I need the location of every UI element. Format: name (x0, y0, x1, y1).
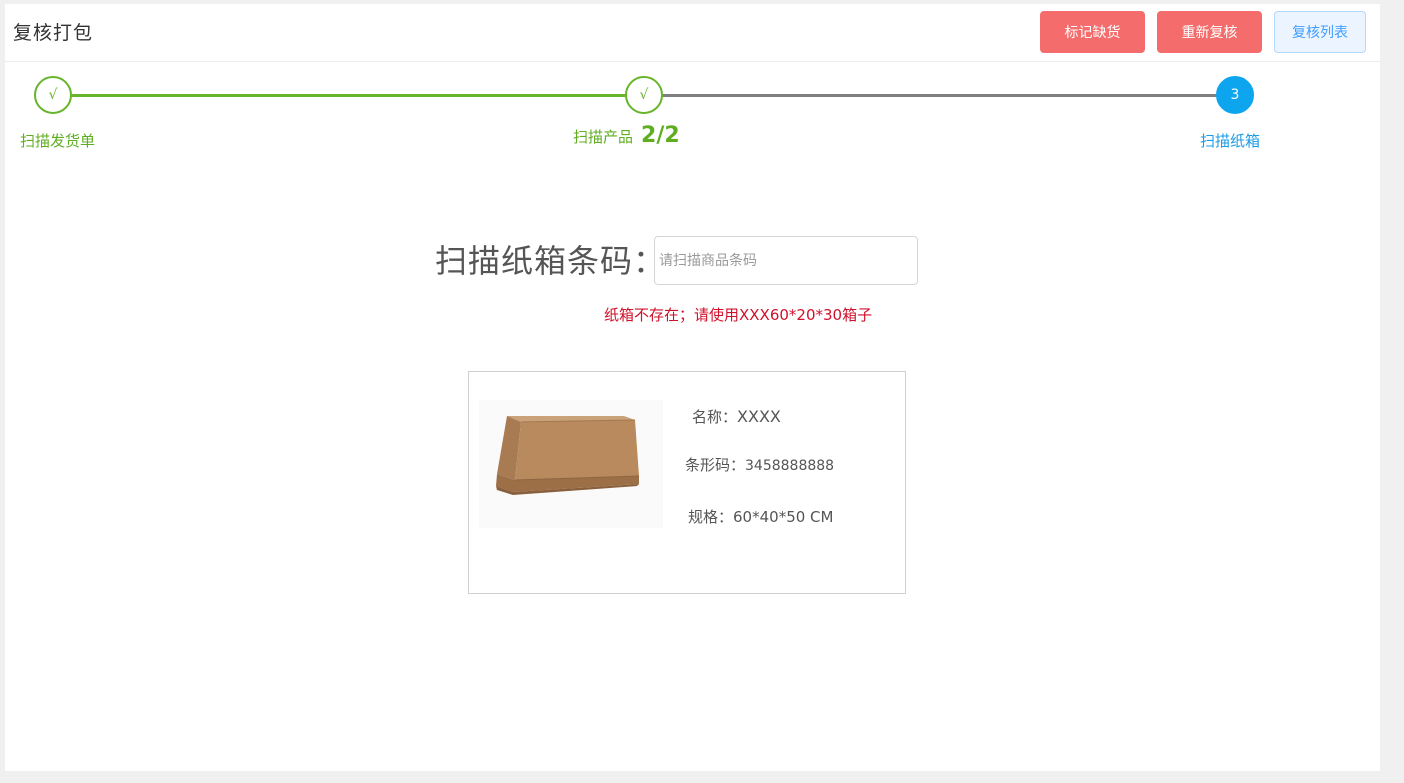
step-2-label: 扫描产品 (573, 128, 634, 146)
box-barcode-label: 条形码： (685, 456, 746, 474)
box-name-label: 名称： (692, 408, 738, 426)
step-1-label: 扫描发货单 (20, 132, 96, 150)
carton-barcode-input[interactable] (654, 236, 918, 285)
step-2-check-icon: √ (625, 76, 663, 114)
box-barcode-value: 3458888888 (745, 458, 835, 474)
mark-shortage-button[interactable]: 标记缺货 (1040, 11, 1145, 53)
recheck-button[interactable]: 重新复核 (1157, 11, 1262, 53)
box-barcode-field: 条形码：3458888888 (685, 454, 834, 475)
step-connector-pending (661, 94, 1217, 97)
step-2-count: 2/2 (641, 123, 680, 148)
cardboard-box-image (479, 400, 663, 528)
box-spec-label: 规格： (688, 508, 734, 526)
step-connector-done (71, 94, 627, 97)
step-3-number: 3 (1216, 76, 1254, 114)
page-title: 复核打包 (13, 22, 94, 44)
step-1-check-icon: √ (34, 76, 72, 114)
error-message: 纸箱不存在；请使用XXX60*20*30箱子 (604, 306, 873, 324)
carton-info-card: 名称：XXXX 条形码：3458888888 规格：60*40*50 CM (468, 371, 906, 594)
box-spec-field: 规格：60*40*50 CM (688, 506, 833, 527)
scan-box-label: 扫描纸箱条码： (435, 242, 667, 280)
box-name-value: XXXX (737, 407, 781, 426)
cardboard-box-icon (496, 416, 640, 495)
step-3-label: 扫描纸箱 (1200, 132, 1261, 150)
check-list-button[interactable]: 复核列表 (1274, 11, 1366, 53)
box-name-field: 名称：XXXX (692, 406, 781, 427)
step-2-label-group: 扫描产品 2/2 (573, 123, 680, 148)
box-spec-value: 60*40*50 CM (733, 508, 834, 526)
page-header: 复核打包 标记缺货 重新复核 复核列表 (5, 4, 1380, 62)
main-panel: 复核打包 标记缺货 重新复核 复核列表 √ √ 3 扫描发货单 扫描产品 2/2 … (5, 4, 1380, 771)
